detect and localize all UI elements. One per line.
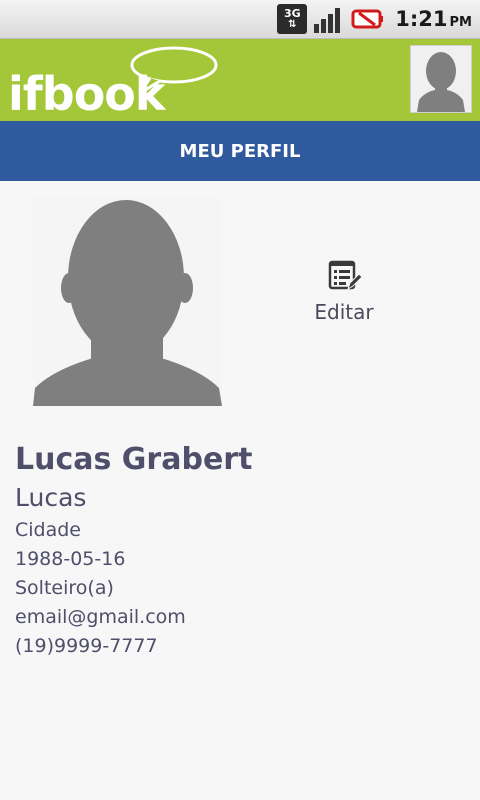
profile-phone: (19)9999-7777 bbox=[15, 635, 158, 657]
clock: 1:21 PM bbox=[395, 7, 472, 31]
status-icons: 3G ⇅ 1:21 PM bbox=[277, 3, 472, 35]
profile-name: Lucas Grabert bbox=[15, 442, 253, 477]
profile-nickname: Lucas bbox=[15, 483, 87, 512]
profile-email: email@gmail.com bbox=[15, 606, 186, 628]
battery-icon bbox=[351, 9, 384, 29]
profile-relationship: Solteiro(a) bbox=[15, 577, 114, 599]
avatar[interactable] bbox=[410, 45, 472, 113]
edit-profile-button[interactable]: Editar bbox=[300, 258, 388, 338]
status-bar: 3G ⇅ 1:21 PM bbox=[0, 0, 480, 39]
page-title: MEU PERFIL bbox=[179, 140, 301, 162]
app-header: ifbook bbox=[0, 39, 480, 121]
ifbook-logo[interactable]: ifbook bbox=[8, 45, 218, 121]
profile-info: Lucas Grabert Lucas Cidade 1988-05-16 So… bbox=[15, 440, 252, 661]
title-bar: MEU PERFIL bbox=[0, 121, 480, 181]
profile-photo bbox=[33, 198, 222, 406]
profile-birthdate: 1988-05-16 bbox=[15, 548, 126, 570]
profile-city: Cidade bbox=[15, 519, 81, 541]
network-type: 3G bbox=[283, 7, 301, 20]
edit-list-icon bbox=[328, 260, 362, 291]
signal-icon bbox=[314, 8, 341, 33]
edit-label: Editar bbox=[314, 300, 374, 324]
network-3g-icon: 3G ⇅ bbox=[277, 4, 308, 34]
user-silhouette-icon bbox=[417, 52, 465, 112]
profile-silhouette-icon bbox=[33, 200, 222, 406]
logo-text: ifbook bbox=[8, 67, 166, 121]
